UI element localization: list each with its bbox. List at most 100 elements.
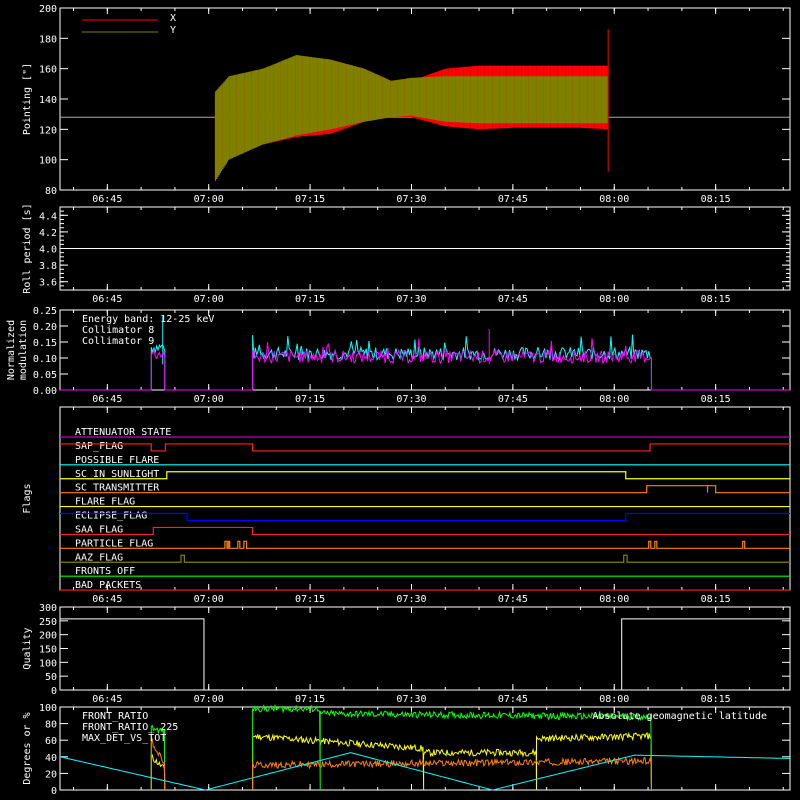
x-tick-label: 07:15 (295, 394, 325, 405)
x-tick-label: 07:00 (194, 594, 224, 605)
x-tick-label: 07:15 (295, 594, 325, 605)
series-max-det-vs-tot (150, 737, 652, 791)
x-tick-label: 07:00 (194, 294, 224, 305)
legend-label: Collimator 9 (82, 336, 154, 347)
x-tick-label: 07:45 (498, 294, 528, 305)
flag-label-sc-in-sunlight: SC_IN_SUNLIGHT (75, 469, 159, 480)
y-axis-label: Degrees or % (22, 712, 33, 784)
y-tick-label: 60 (45, 736, 57, 747)
flag-trace-sc-in-sunlight (60, 471, 790, 480)
y-tick-label: 0.05 (33, 370, 57, 381)
x-tick-label: 06:45 (92, 194, 122, 205)
y-tick-label: 150 (39, 645, 57, 656)
y-tick-label: 80 (45, 186, 57, 197)
flag-label-saa-flag: SAA_FLAG (75, 524, 123, 535)
legend-label-latitude: Absolute geomagnetic latitude (592, 711, 767, 722)
y-tick-label: 180 (39, 34, 57, 45)
x-tick-label: 08:00 (599, 194, 629, 205)
y-axis-label: Quality (22, 627, 33, 669)
y-axis-label: Flags (22, 483, 33, 513)
y-tick-label: 160 (39, 65, 57, 76)
flag-label-particle-flag: PARTICLE_FLAG (75, 538, 153, 549)
x-tick-label: 08:00 (599, 694, 629, 705)
flag-trace-saa-flag (60, 526, 790, 536)
y-tick-label: 200 (39, 4, 57, 15)
x-tick-label: 07:45 (498, 394, 528, 405)
x-tick-label: 07:00 (194, 694, 224, 705)
y-tick-label: 50 (45, 672, 57, 683)
y-tick-label: 0.20 (33, 322, 57, 333)
legend-label-x: X (170, 13, 176, 24)
x-tick-label: 06:45 (92, 294, 122, 305)
x-tick-label: 07:45 (498, 694, 528, 705)
x-tick-label: 08:15 (701, 394, 731, 405)
flag-trace-aaz-flag (60, 554, 790, 563)
y-tick-label: 140 (39, 95, 57, 106)
y-tick-label: 4.0 (39, 245, 57, 256)
flag-label-fronts-off: FRONTS_OFF (75, 566, 135, 577)
x-tick-label: 07:30 (396, 594, 426, 605)
quality-trace (60, 618, 790, 691)
y-axis-label: Normalized (6, 320, 17, 380)
y-tick-label: 0.10 (33, 354, 57, 365)
series-collimator-9 (60, 338, 790, 391)
series-front-ratio (150, 731, 652, 791)
flag-trace-particle-flag (60, 540, 790, 549)
y-tick-label: 0.25 (33, 306, 57, 317)
flag-label-possible-flare: POSSIBLE_FLARE (75, 455, 159, 466)
flag-label-bad-packets: BAD_PACKETS (75, 580, 141, 591)
x-tick-label: 07:30 (396, 294, 426, 305)
x-tick-label: 07:00 (194, 394, 224, 405)
x-tick-label: 06:45 (92, 594, 122, 605)
y-tick-label: 100 (39, 703, 57, 714)
flag-label-sap-flag: SAP_FLAG (75, 441, 123, 452)
y-tick-label: 0.00 (33, 386, 57, 397)
series-collimator-8 (60, 334, 790, 391)
x-tick-label: 07:15 (295, 694, 325, 705)
y-tick-label: 80 (45, 720, 57, 731)
flag-label-flare-flag: FLARE_FLAG (75, 497, 135, 508)
y-tick-label: 100 (39, 658, 57, 669)
flag-trace-eclipse-flag (60, 512, 790, 522)
legend-label: FRONT_RATIO (82, 711, 148, 722)
x-tick-label: 07:15 (295, 294, 325, 305)
legend-label: Energy band: 12-25 keV (82, 314, 214, 325)
x-tick-label: 08:00 (599, 594, 629, 605)
x-tick-label: 07:00 (194, 194, 224, 205)
y-tick-label: 4.2 (39, 228, 57, 239)
y-tick-label: 120 (39, 125, 57, 136)
y-axis-label: Pointing ["] (22, 63, 33, 135)
figure: 06:45 07:00 07:15 07:30 07:45 08:00 08:15 Point… (6, 4, 791, 797)
legend-label: MAX_DET_VS_TOT (82, 733, 166, 744)
x-tick-label: 07:30 (396, 394, 426, 405)
x-tick-label: 07:45 (498, 594, 528, 605)
y-axis-label: Roll period [s] (22, 203, 33, 293)
series-geomagnetic-latitude (59, 752, 791, 791)
flag-label-eclipse-flag: ECLIPSE_FLAG (75, 511, 147, 522)
x-tick-label: 08:15 (701, 294, 731, 305)
x-tick-label: 08:15 (701, 694, 731, 705)
legend-label: Collimator 8 (82, 325, 154, 336)
x-tick-label: 08:00 (599, 294, 629, 305)
y-tick-label: 300 (39, 603, 57, 614)
x-tick-label: 08:15 (701, 594, 731, 605)
y-axis-label: modulation (18, 320, 29, 380)
y-tick-label: 0 (51, 686, 57, 697)
legend-label-y: Y (170, 25, 176, 36)
x-tick-label: 07:30 (396, 694, 426, 705)
x-tick-label: 08:15 (701, 194, 731, 205)
x-tick-label: 07:45 (498, 194, 528, 205)
x-tick-label: 06:45 (92, 394, 122, 405)
y-tick-label: 40 (45, 753, 57, 764)
y-tick-label: 4.4 (39, 211, 57, 222)
legend-label: FRONT_RATIO_ 225 (82, 722, 178, 733)
y-tick-label: 100 (39, 156, 57, 167)
x-tick-label: 06:45 (92, 694, 122, 705)
flag-label-aaz-flag: AAZ_FLAG (75, 552, 123, 563)
y-tick-label: 20 (45, 769, 57, 780)
y-tick-label: 200 (39, 631, 57, 642)
y-tick-label: 3.8 (39, 261, 57, 272)
y-tick-label: 250 (39, 617, 57, 628)
x-tick-label: 07:30 (396, 194, 426, 205)
x-tick-label: 08:00 (599, 394, 629, 405)
